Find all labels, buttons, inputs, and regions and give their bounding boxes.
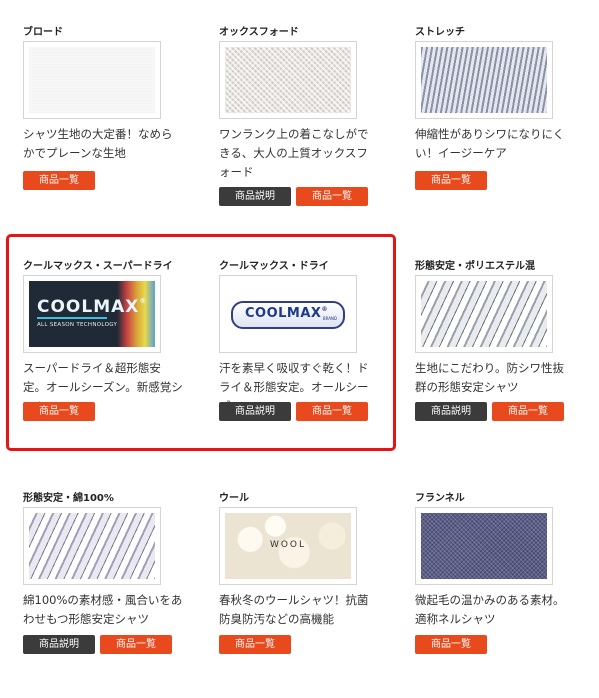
product-description-button[interactable]: 商品説明 (415, 402, 487, 421)
page: { "colors": { "button_primary": "#e8491d… (0, 0, 599, 698)
product-title: ブロード (23, 27, 63, 38)
product-list-button[interactable]: 商品一覧 (219, 635, 291, 654)
product-title: ストレッチ (415, 27, 465, 38)
product-description-button[interactable]: 商品説明 (219, 187, 291, 206)
product-description: 伸縮性がありシワになりにくい！イージーケア (415, 127, 565, 160)
product-title: 形態安定・ポリエステル混 (415, 261, 535, 272)
product-card-stretch: ストレッチ 伸縮性がありシワになりにくい！イージーケア 商品一覧 (415, 26, 595, 190)
product-description: 生地にこだわり。防シワ性抜群の形態安定シャツ (415, 361, 565, 394)
product-list-button[interactable]: 商品一覧 (296, 402, 368, 421)
product-card-polyester-blend: 形態安定・ポリエステル混 生地にこだわり。防シワ性抜群の形態安定シャツ 商品説明… (415, 260, 595, 421)
product-title: フランネル (415, 493, 465, 504)
coolmax-tagline: ALL SEASON TECHNOLOGY (37, 322, 118, 328)
product-card-wool: ウール WOOL 春秋冬のウールシャツ！抗菌防臭防汚などの高機能 商品一覧 (219, 492, 399, 654)
product-list-button[interactable]: 商品一覧 (415, 635, 487, 654)
cotton-shirts-image[interactable] (23, 507, 161, 585)
fabric-oxford-image[interactable] (219, 41, 357, 119)
fabric-stretch-image[interactable] (415, 41, 553, 119)
product-list-button[interactable]: 商品一覧 (296, 187, 368, 206)
product-description: シャツ生地の大定番！なめらかでプレーンな生地 (23, 127, 173, 160)
product-card-coolmax-superdry: クールマックス・スーパードライ COOLMAX® ALL SEASON TECH… (23, 260, 203, 421)
wool-image-label: WOOL (269, 540, 307, 550)
coolmax-logo-text: COOLMAX® (245, 306, 328, 321)
product-description: ワンランク上の着こなしができる、大人の上質オックスフォード (219, 127, 369, 179)
product-list-button[interactable]: 商品一覧 (415, 171, 487, 190)
shirts-stack-image[interactable] (415, 275, 553, 353)
product-description-button[interactable]: 商品説明 (23, 635, 95, 654)
product-card-broadcloth: ブロード シャツ生地の大定番！なめらかでプレーンな生地 商品一覧 (23, 26, 203, 190)
product-list-button[interactable]: 商品一覧 (492, 402, 564, 421)
product-card-flannel: フランネル 微起毛の温かみのある素材。適称ネルシャツ 商品一覧 (415, 492, 595, 654)
flannel-fabric-image[interactable] (415, 507, 553, 585)
product-title: クールマックス・スーパードライ (23, 261, 173, 272)
product-list-button[interactable]: 商品一覧 (23, 171, 95, 190)
product-list-button[interactable]: 商品一覧 (23, 402, 95, 421)
coolmax-brand-logo-image[interactable]: COOLMAX® BRAND (219, 275, 357, 353)
product-list-button[interactable]: 商品一覧 (100, 635, 172, 654)
brand-mark: BRAND (322, 316, 337, 321)
product-description: 春秋冬のウールシャツ！抗菌防臭防汚などの高機能 (219, 593, 369, 626)
product-card-coolmax-dry: クールマックス・ドライ COOLMAX® BRAND 汗を素早く吸収すぐ乾く！ド… (219, 260, 399, 421)
product-description: 微起毛の温かみのある素材。適称ネルシャツ (415, 593, 565, 626)
product-card-oxford: オックスフォード ワンランク上の着こなしができる、大人の上質オックスフォード 商… (219, 26, 399, 206)
coolmax-logo-text: COOLMAX® (37, 297, 148, 317)
product-description: 綿100%の素材感・風合いをあわせもつ形態安定シャツ (23, 593, 183, 626)
product-title: ウール (219, 493, 249, 504)
product-description-button[interactable]: 商品説明 (219, 402, 291, 421)
product-title: クールマックス・ドライ (219, 261, 329, 272)
wool-image[interactable]: WOOL (219, 507, 357, 585)
product-card-cotton100: 形態安定・綿100% 綿100%の素材感・風合いをあわせもつ形態安定シャツ 商品… (23, 492, 203, 654)
coolmax-logo-image[interactable]: COOLMAX® ALL SEASON TECHNOLOGY (23, 275, 161, 353)
fabric-broadcloth-image[interactable] (23, 41, 161, 119)
product-title: オックスフォード (219, 27, 299, 38)
product-title: 形態安定・綿100% (23, 493, 114, 504)
